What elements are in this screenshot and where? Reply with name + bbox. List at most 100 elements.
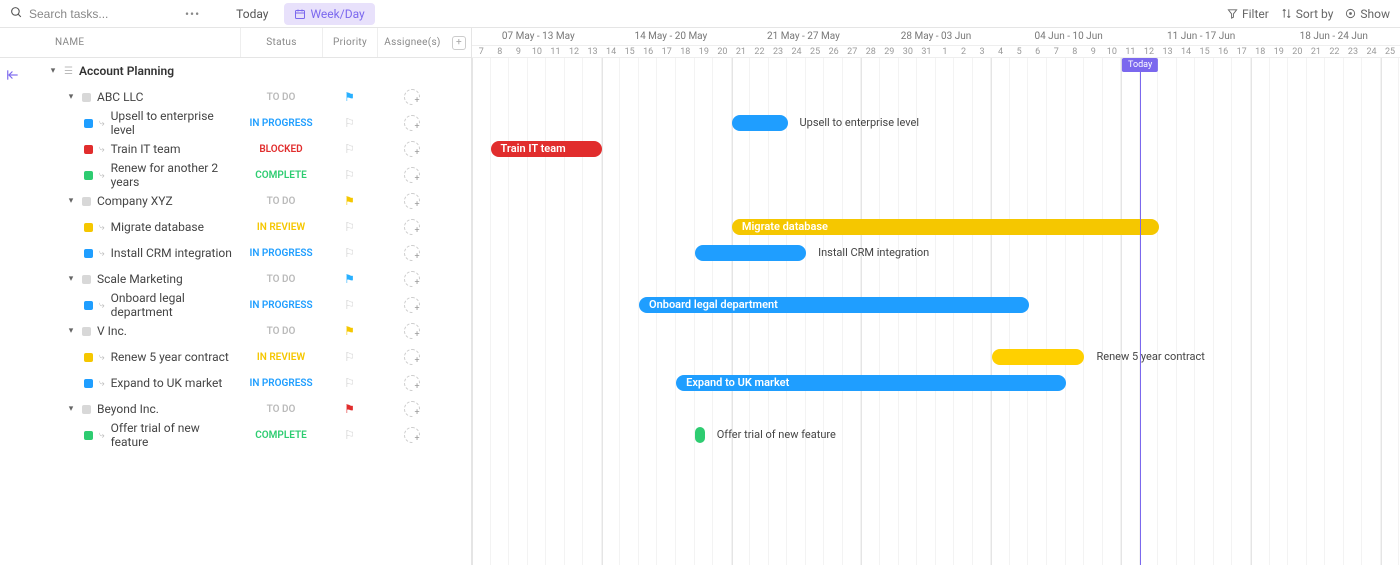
status-label[interactable]: TO DO	[240, 92, 322, 103]
add-assignee-icon[interactable]	[404, 141, 420, 157]
caret-down-icon[interactable]: ▾	[66, 326, 76, 336]
add-assignee-icon[interactable]	[404, 115, 420, 131]
task-row[interactable]: ⤷Train IT teamBLOCKED⚐	[0, 136, 471, 162]
group-row[interactable]: ▾☰Account Planning	[0, 58, 471, 84]
collapse-panel-icon[interactable]	[6, 68, 20, 86]
task-row[interactable]: ⤷Migrate databaseIN REVIEW⚐	[0, 214, 471, 240]
caret-down-icon[interactable]: ▾	[66, 274, 76, 284]
parent-task-row[interactable]: ▾V Inc.TO DO⚑	[0, 318, 471, 344]
show-button[interactable]: Show	[1345, 7, 1390, 21]
assignee-cell[interactable]	[377, 167, 447, 183]
priority-cell[interactable]: ⚑	[322, 90, 377, 104]
status-label[interactable]: COMPLETE	[240, 170, 322, 181]
column-assignee-header[interactable]: Assignee(s)	[377, 28, 447, 57]
add-assignee-icon[interactable]	[404, 193, 420, 209]
priority-cell[interactable]: ⚐	[322, 116, 377, 130]
add-assignee-icon[interactable]	[404, 167, 420, 183]
column-name-header[interactable]: NAME	[0, 37, 240, 48]
assignee-cell[interactable]	[377, 427, 447, 443]
today-button[interactable]: Today	[228, 3, 276, 25]
caret-down-icon[interactable]: ▾	[48, 66, 58, 76]
add-assignee-icon[interactable]	[404, 349, 420, 365]
assignee-cell[interactable]	[377, 375, 447, 391]
column-priority-header[interactable]: Priority	[322, 28, 377, 57]
add-assignee-icon[interactable]	[404, 245, 420, 261]
assignee-cell[interactable]	[377, 349, 447, 365]
search-input[interactable]	[29, 7, 139, 21]
status-label[interactable]: IN PROGRESS	[240, 118, 322, 129]
status-label[interactable]: IN PROGRESS	[240, 248, 322, 259]
priority-cell[interactable]: ⚐	[322, 246, 377, 260]
priority-cell[interactable]: ⚑	[322, 324, 377, 338]
gantt-bar[interactable]	[992, 349, 1085, 365]
add-assignee-icon[interactable]	[404, 89, 420, 105]
status-label[interactable]: IN REVIEW	[240, 222, 322, 233]
search-icon[interactable]	[10, 6, 23, 22]
gantt-bar[interactable]: Train IT team	[491, 141, 602, 157]
add-assignee-icon[interactable]	[404, 401, 420, 417]
priority-cell[interactable]: ⚐	[322, 220, 377, 234]
task-row[interactable]: ⤷Onboard legal departmentIN PROGRESS⚐	[0, 292, 471, 318]
assignee-cell[interactable]	[377, 297, 447, 313]
add-column-button[interactable]: +	[447, 36, 471, 50]
assignee-cell[interactable]	[377, 401, 447, 417]
add-assignee-icon[interactable]	[404, 271, 420, 287]
add-assignee-icon[interactable]	[404, 427, 420, 443]
caret-down-icon[interactable]: ▾	[66, 196, 76, 206]
gantt-bar[interactable]	[732, 115, 788, 131]
add-assignee-icon[interactable]	[404, 375, 420, 391]
task-row[interactable]: ⤷Install CRM integrationIN PROGRESS⚐	[0, 240, 471, 266]
weekday-button[interactable]: Week/Day	[284, 3, 374, 25]
day-header-cell: 10	[528, 46, 547, 57]
status-label[interactable]: IN PROGRESS	[240, 300, 322, 311]
task-row[interactable]: ⤷Upsell to enterprise levelIN PROGRESS⚐	[0, 110, 471, 136]
priority-cell[interactable]: ⚐	[322, 428, 377, 442]
assignee-cell[interactable]	[377, 89, 447, 105]
parent-task-row[interactable]: ▾Scale MarketingTO DO⚑	[0, 266, 471, 292]
caret-down-icon[interactable]: ▾	[66, 404, 76, 414]
caret-down-icon[interactable]: ▾	[66, 92, 76, 102]
status-label[interactable]: COMPLETE	[240, 430, 322, 441]
gantt-bar[interactable]	[695, 427, 705, 443]
task-row[interactable]: ⤷Renew 5 year contractIN REVIEW⚐	[0, 344, 471, 370]
assignee-cell[interactable]	[377, 141, 447, 157]
assignee-cell[interactable]	[377, 193, 447, 209]
status-label[interactable]: TO DO	[240, 196, 322, 207]
status-label[interactable]: TO DO	[240, 326, 322, 337]
task-row[interactable]: ⤷Expand to UK marketIN PROGRESS⚐	[0, 370, 471, 396]
gantt-bar[interactable]: Expand to UK market	[676, 375, 1066, 391]
parent-task-row[interactable]: ▾ABC LLCTO DO⚑	[0, 84, 471, 110]
assignee-cell[interactable]	[377, 271, 447, 287]
gantt-bar[interactable]: Onboard legal department	[639, 297, 1029, 313]
assignee-cell[interactable]	[377, 115, 447, 131]
gantt-bar[interactable]: Migrate database	[732, 219, 1159, 235]
task-row[interactable]: ⤷Offer trial of new featureCOMPLETE⚐	[0, 422, 471, 448]
gantt-bar[interactable]	[695, 245, 806, 261]
parent-task-row[interactable]: ▾Company XYZTO DO⚑	[0, 188, 471, 214]
add-assignee-icon[interactable]	[404, 297, 420, 313]
priority-cell[interactable]: ⚐	[322, 376, 377, 390]
filter-button[interactable]: Filter	[1227, 7, 1269, 21]
parent-task-row[interactable]: ▾Beyond Inc.TO DO⚑	[0, 396, 471, 422]
sortby-button[interactable]: Sort by	[1281, 7, 1334, 21]
status-label[interactable]: IN PROGRESS	[240, 378, 322, 389]
add-assignee-icon[interactable]	[404, 323, 420, 339]
priority-cell[interactable]: ⚐	[322, 142, 377, 156]
priority-cell[interactable]: ⚑	[322, 194, 377, 208]
assignee-cell[interactable]	[377, 219, 447, 235]
status-label[interactable]: BLOCKED	[240, 144, 322, 155]
status-label[interactable]: TO DO	[240, 404, 322, 415]
priority-cell[interactable]: ⚐	[322, 350, 377, 364]
status-label[interactable]: IN REVIEW	[240, 352, 322, 363]
status-label[interactable]: TO DO	[240, 274, 322, 285]
column-status-header[interactable]: Status	[240, 28, 322, 57]
priority-cell[interactable]: ⚐	[322, 168, 377, 182]
priority-cell[interactable]: ⚑	[322, 402, 377, 416]
more-icon[interactable]: •••	[185, 7, 200, 21]
add-assignee-icon[interactable]	[404, 219, 420, 235]
priority-cell[interactable]: ⚑	[322, 272, 377, 286]
assignee-cell[interactable]	[377, 245, 447, 261]
task-row[interactable]: ⤷Renew for another 2 yearsCOMPLETE⚐	[0, 162, 471, 188]
assignee-cell[interactable]	[377, 323, 447, 339]
priority-cell[interactable]: ⚐	[322, 298, 377, 312]
